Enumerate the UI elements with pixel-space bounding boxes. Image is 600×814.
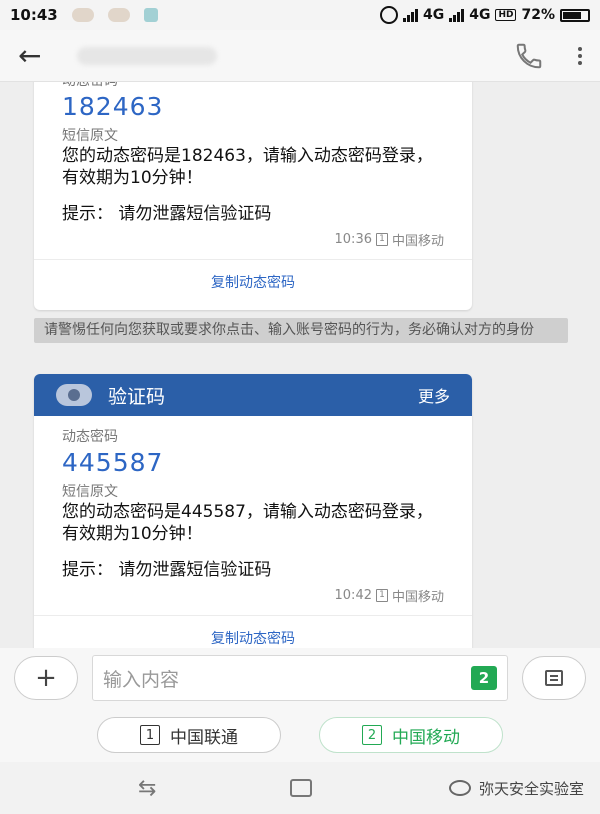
sms-text: 您的动态密码是182463，请输入动态密码登录，有效期为10分钟！: [62, 146, 433, 188]
battery-percent: 72%: [521, 7, 555, 23]
add-attachment-button[interactable]: +: [14, 656, 78, 700]
carrier-name: 中国移动: [391, 590, 444, 605]
notification-icon: [107, 8, 130, 22]
key-icon: [56, 384, 92, 406]
hint-text: 提示： 请勿泄露短信验证码: [62, 204, 272, 224]
status-time: 10:43: [10, 6, 58, 24]
otp-card: 动态密码 182463 短信原文 您的动态密码是182463，请输入动态密码登录…: [34, 82, 472, 310]
home-icon[interactable]: [290, 779, 312, 797]
code-label: 动态密码: [62, 429, 118, 445]
message-list[interactable]: 动态密码 182463 短信原文 您的动态密码是182463，请输入动态密码登录…: [0, 82, 600, 648]
sms-text: 您的动态密码是445587，请输入动态密码登录，有效期为10分钟！: [62, 502, 433, 544]
plus-icon: +: [35, 663, 57, 693]
copy-code-button[interactable]: 复制动态密码: [34, 259, 472, 303]
alarm-icon: [380, 6, 398, 24]
input-placeholder: 输入内容: [103, 668, 180, 691]
signal-icon: [403, 8, 418, 22]
hint-text: 提示： 请勿泄露短信验证码: [62, 560, 272, 580]
battery-icon: [560, 8, 590, 22]
code-label: 动态密码: [62, 82, 444, 90]
status-right: 4G 4G HD 72%: [380, 6, 590, 24]
phone-icon[interactable]: [514, 41, 544, 71]
sim-2-button[interactable]: 2 中国移动: [319, 717, 503, 753]
watermark: 弥天安全实验室: [448, 778, 584, 799]
sim-1-button[interactable]: 1 中国联通: [97, 717, 281, 753]
sim-number: 1: [140, 725, 160, 745]
network-type-2: 4G: [469, 7, 491, 23]
card-body: 动态密码 182463 短信原文 您的动态密码是182463，请输入动态密码登录…: [34, 82, 472, 249]
sim-number: 2: [362, 725, 382, 745]
card-body: 动态密码 445587 短信原文 您的动态密码是445587，请输入动态密码登录…: [34, 416, 472, 605]
watermark-text: 弥天安全实验室: [478, 779, 584, 798]
copy-code-button[interactable]: 复制动态密码: [34, 615, 472, 648]
switch-icon[interactable]: ⇆: [138, 776, 156, 801]
network-type-1: 4G: [423, 7, 445, 23]
more-link[interactable]: 更多: [418, 383, 450, 407]
security-warning: 请警惕任何向您获取或要求你点击、输入账号密码的行为，务必确认对方的身份: [34, 318, 568, 343]
message-time: 10:36: [334, 232, 372, 247]
system-nav-bar: ⇆ 弥天安全实验室: [0, 762, 600, 814]
message-meta: 10:36 1 中国移动: [62, 230, 444, 249]
message-time: 10:42: [334, 588, 372, 603]
send-sim-badge[interactable]: 2: [471, 666, 497, 690]
signal-icon: [449, 8, 465, 22]
notification-icon: [71, 8, 94, 22]
sim-card-icon: 1: [375, 233, 388, 246]
card-header: 验证码 更多: [34, 374, 472, 416]
contact-name-blurred: [77, 46, 218, 65]
overflow-menu-icon[interactable]: [578, 46, 582, 65]
compose-bar: + 输入内容 2: [0, 648, 600, 708]
sim-label: 中国移动: [392, 727, 460, 748]
sim-card-icon: 1: [375, 589, 388, 602]
otp-card: 验证码 更多 动态密码 445587 短信原文 您的动态密码是445587，请输…: [34, 374, 472, 648]
original-sms-label: 短信原文: [62, 484, 118, 500]
hd-icon: HD: [495, 9, 517, 21]
message-meta: 10:42 1 中国移动: [62, 586, 444, 605]
otp-code[interactable]: 182463: [62, 92, 444, 121]
back-arrow-icon[interactable]: ←: [18, 41, 41, 70]
sim-label: 中国联通: [170, 727, 238, 748]
app-bar: ←: [0, 30, 600, 82]
document-icon: [545, 670, 563, 686]
status-bar: 10:43 4G 4G HD 72%: [0, 0, 600, 30]
notification-icon: [143, 8, 158, 22]
card-title: 验证码: [108, 385, 166, 408]
template-button[interactable]: [522, 656, 586, 700]
original-sms-label: 短信原文: [62, 128, 118, 144]
wechat-icon: [448, 780, 471, 796]
otp-code[interactable]: 445587: [62, 448, 444, 477]
carrier-name: 中国移动: [391, 234, 444, 249]
message-input[interactable]: 输入内容 2: [92, 655, 508, 701]
sim-selector: 1 中国联通 2 中国移动: [0, 708, 600, 762]
